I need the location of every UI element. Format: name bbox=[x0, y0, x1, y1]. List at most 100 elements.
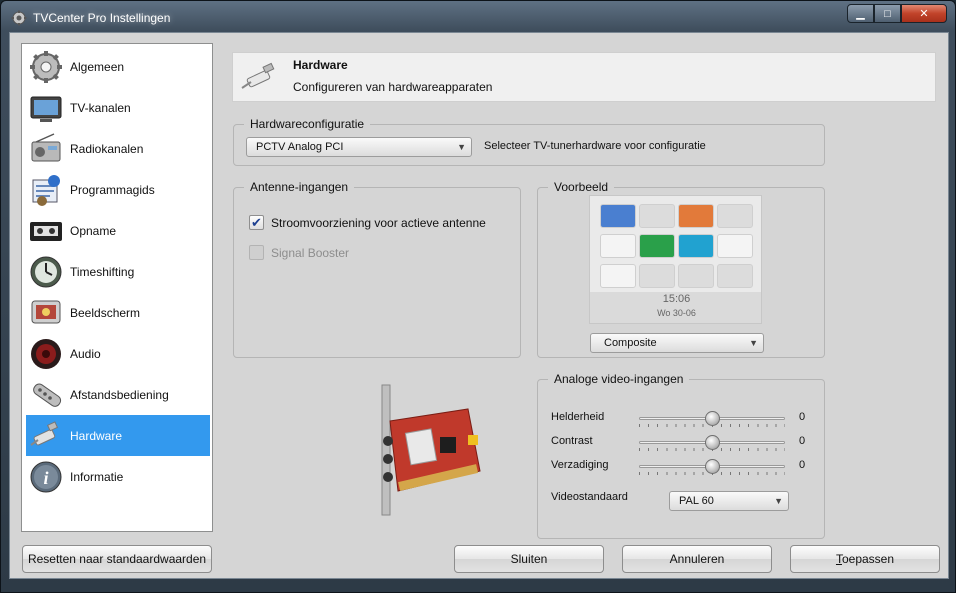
maximize-icon: □ bbox=[884, 7, 891, 20]
sidebar-item-tv-kanalen[interactable]: TV-kanalen bbox=[26, 87, 210, 128]
active-antenna-power-checkbox[interactable]: ✔ Stroomvoorziening voor actieve antenne bbox=[249, 215, 486, 230]
contrast-slider-thumb[interactable] bbox=[705, 435, 720, 450]
tv-tuner-card-image bbox=[381, 384, 481, 516]
preview-tile bbox=[600, 264, 636, 288]
sidebar-item-label: Audio bbox=[70, 346, 101, 361]
sidebar-item-algemeen[interactable]: Algemeen bbox=[26, 46, 210, 87]
videotape-icon bbox=[30, 221, 62, 241]
sidebar-item-audio[interactable]: Audio bbox=[26, 333, 210, 374]
preview-tile bbox=[678, 204, 714, 228]
preview-tile bbox=[639, 264, 675, 288]
preview-tile bbox=[717, 234, 753, 258]
checkbox-box[interactable]: ✔ bbox=[249, 215, 264, 230]
group-legend: Hardwareconfiguratie bbox=[244, 117, 371, 131]
checkbox-box[interactable] bbox=[249, 245, 264, 260]
speaker-icon bbox=[31, 338, 61, 369]
antenna-inputs-group: Antenne-ingangen ✔ Stroomvoorziening voo… bbox=[233, 180, 521, 358]
preview-tile bbox=[678, 264, 714, 288]
radio-icon bbox=[31, 132, 61, 161]
sidebar-item-label: TV-kanalen bbox=[70, 100, 131, 115]
sidebar-item-label: Timeshifting bbox=[70, 264, 135, 279]
sidebar-item-label: Programmagids bbox=[70, 182, 155, 197]
button-label: Resetten naar standaardwaarden bbox=[27, 552, 207, 566]
apply-button[interactable]: Toepassen bbox=[790, 545, 940, 573]
video-input-select[interactable]: Composite ▼ bbox=[590, 333, 764, 353]
sidebar-item-label: Afstandsbediening bbox=[70, 387, 169, 402]
tv-icon bbox=[30, 96, 62, 122]
sidebar-item-label: Algemeen bbox=[70, 59, 125, 74]
brightness-slider-thumb[interactable] bbox=[705, 411, 720, 426]
group-legend: Voorbeeld bbox=[548, 180, 615, 194]
preview-tile bbox=[600, 234, 636, 258]
checkmark-icon: ✔ bbox=[251, 215, 262, 230]
cancel-button[interactable]: Annuleren bbox=[622, 545, 772, 573]
gear-icon bbox=[30, 50, 62, 83]
preview-tile bbox=[717, 264, 753, 288]
sidebar-item-programmagids[interactable]: Programmagids bbox=[26, 169, 210, 210]
brightness-slider-row: Helderheid 0 bbox=[551, 408, 811, 428]
reset-defaults-button[interactable]: Resetten naar standaardwaarden bbox=[22, 545, 212, 573]
sidebar-item-label: Hardware bbox=[70, 428, 123, 443]
sidebar-item-beeldscherm[interactable]: Beeldscherm bbox=[26, 292, 210, 333]
button-label: Annuleren bbox=[669, 552, 725, 566]
maximize-button[interactable]: □ bbox=[874, 4, 901, 23]
sidebar-item-hardware[interactable]: Hardware bbox=[26, 415, 210, 456]
slider-value: 0 bbox=[799, 411, 806, 423]
sidebar-item-timeshifting[interactable]: Timeshifting bbox=[26, 251, 210, 292]
chevron-down-icon: ▼ bbox=[749, 338, 758, 348]
settings-sidebar: Algemeen TV-kanalen Radiokanalen Program… bbox=[21, 43, 213, 532]
chevron-down-icon: ▼ bbox=[774, 496, 783, 506]
close-button[interactable]: Sluiten bbox=[454, 545, 604, 573]
page-title: Hardware bbox=[293, 58, 348, 72]
saturation-slider-thumb[interactable] bbox=[705, 459, 720, 474]
preview-tile bbox=[600, 204, 636, 228]
preview-tile bbox=[639, 204, 675, 228]
svg-text:i: i bbox=[43, 468, 48, 488]
close-icon: ✕ bbox=[919, 8, 929, 20]
minimize-button[interactable]: ▁ bbox=[847, 4, 874, 23]
page-subtitle: Configureren van hardwareapparaten bbox=[293, 80, 493, 94]
slider-label: Contrast bbox=[551, 435, 593, 447]
sidebar-item-afstandsbediening[interactable]: Afstandsbediening bbox=[26, 374, 210, 415]
close-window-button[interactable]: ✕ bbox=[901, 4, 947, 23]
sidebar-item-informatie[interactable]: i Informatie bbox=[26, 456, 210, 497]
tuner-select-value: PCTV Analog PCI bbox=[256, 141, 344, 153]
title-bar[interactable]: TVCenter Pro Instellingen ▁ □ ✕ bbox=[1, 1, 955, 35]
page-header: Hardware Configureren van hardwareappara… bbox=[232, 52, 936, 102]
hardware-config-group: Hardwareconfiguratie PCTV Analog PCI ▼ S… bbox=[233, 117, 825, 166]
timeshift-dial-icon bbox=[30, 256, 62, 287]
button-label: oepassen bbox=[841, 552, 895, 566]
usb-stick-icon bbox=[30, 420, 59, 446]
sidebar-item-radiokanalen[interactable]: Radiokanalen bbox=[26, 128, 210, 169]
group-legend: Antenne-ingangen bbox=[244, 180, 355, 194]
analog-video-group: Analoge video-ingangen Helderheid 0 Cont… bbox=[537, 372, 825, 539]
slider-label: Helderheid bbox=[551, 411, 605, 423]
sidebar-item-label: Opname bbox=[70, 223, 117, 238]
group-legend: Analoge video-ingangen bbox=[548, 372, 690, 386]
slider-value: 0 bbox=[799, 435, 806, 447]
sidebar-item-opname[interactable]: Opname bbox=[26, 210, 210, 251]
videostandard-value: PAL 60 bbox=[679, 495, 714, 507]
display-icon bbox=[31, 300, 61, 323]
chevron-down-icon: ▼ bbox=[457, 142, 466, 152]
remote-control-icon bbox=[33, 383, 62, 407]
minimize-icon: ▁ bbox=[856, 8, 865, 20]
contrast-slider-row: Contrast 0 bbox=[551, 432, 811, 452]
preview-group: Voorbeeld 15:06 Wo 30-06 Composite ▼ bbox=[537, 180, 825, 358]
gear-icon bbox=[11, 10, 27, 26]
checkbox-label: Signal Booster bbox=[271, 245, 350, 260]
preview-tile bbox=[717, 204, 753, 228]
videostandard-select[interactable]: PAL 60 ▼ bbox=[669, 491, 789, 511]
info-icon: i bbox=[30, 461, 62, 492]
tuner-select[interactable]: PCTV Analog PCI ▼ bbox=[246, 137, 472, 157]
tuner-hint: Selecteer TV-tunerhardware voor configur… bbox=[484, 140, 706, 152]
video-input-value: Composite bbox=[604, 337, 657, 349]
sidebar-item-label: Informatie bbox=[70, 469, 124, 484]
saturation-slider-row: Verzadiging 0 bbox=[551, 456, 811, 476]
signal-booster-checkbox[interactable]: Signal Booster bbox=[249, 245, 349, 260]
sidebar-item-label: Radiokanalen bbox=[70, 141, 144, 156]
dialog-client-area: Algemeen TV-kanalen Radiokanalen Program… bbox=[9, 32, 949, 579]
settings-window: TVCenter Pro Instellingen ▁ □ ✕ Algemeen bbox=[0, 0, 956, 593]
videostandard-label: Videostandaard bbox=[551, 491, 628, 503]
preview-clock-time: 15:06 bbox=[662, 293, 691, 305]
